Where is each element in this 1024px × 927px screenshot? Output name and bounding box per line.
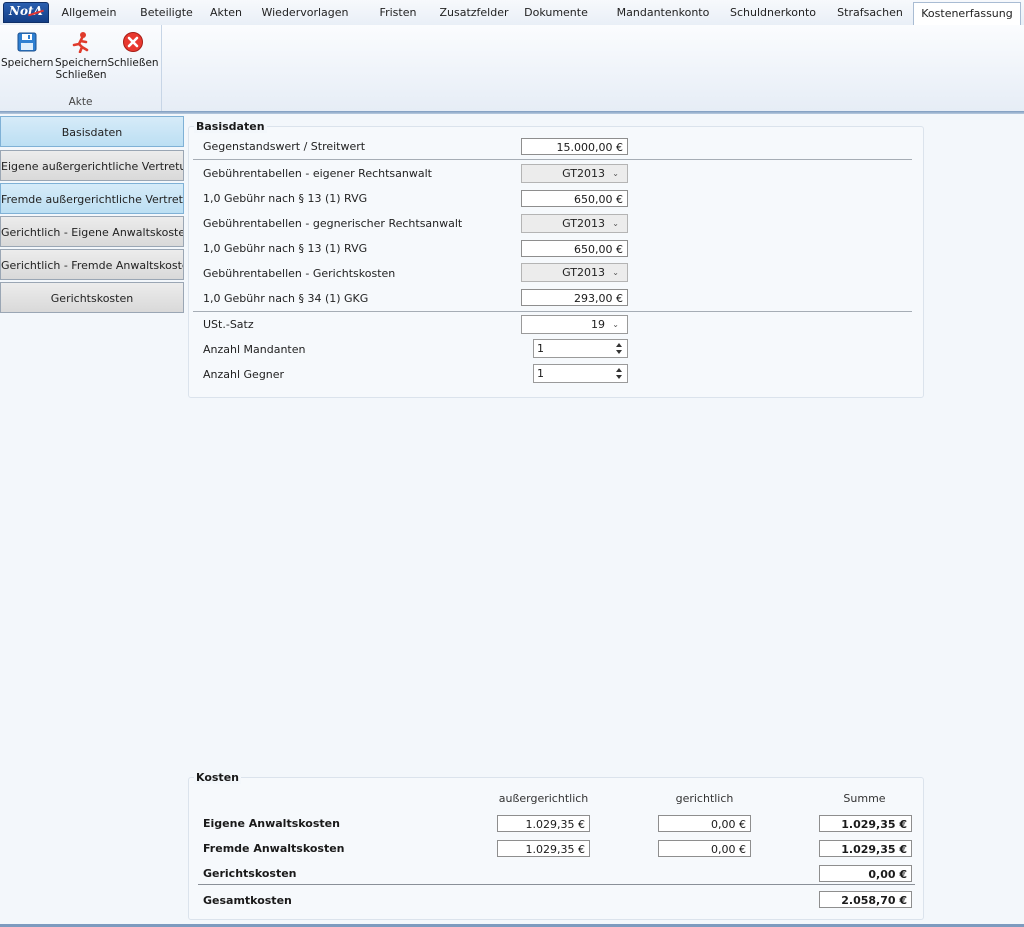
spinner-arrows-icon[interactable] [616, 367, 622, 380]
gt-gegner-select[interactable]: GT2013 ⌄ [521, 214, 628, 233]
save-close-button-label: Speichern Schließen [55, 57, 108, 81]
gt-gegner-value: GT2013 [562, 217, 605, 230]
geb-gericht-field[interactable]: 293,00 € [521, 289, 628, 306]
gerichtskosten-summe-field[interactable]: 0,00 € [819, 865, 912, 882]
divider [198, 884, 915, 885]
nav-basisdaten[interactable]: Basisdaten [0, 116, 184, 147]
column-header-aussergerichtlich: außergerichtlich [498, 792, 589, 805]
ust-label: USt.-Satz [203, 318, 254, 331]
tab-allgemein[interactable]: Allgemein [53, 0, 125, 25]
fremde-anwaltskosten-label: Fremde Anwaltskosten [203, 842, 345, 855]
eigene-ausser-field[interactable]: 1.029,35 € [497, 815, 590, 832]
close-icon [123, 32, 143, 52]
gt-gericht-label: Gebührentabellen - Gerichtskosten [203, 267, 396, 280]
geb-gegner-field[interactable]: 650,00 € [521, 240, 628, 257]
gt-eigen-label: Gebührentabellen - eigener Rechtsanwalt [203, 167, 432, 180]
ust-value: 19 [591, 318, 605, 331]
fremde-summe-field[interactable]: 1.029,35 € [819, 840, 912, 857]
gesamtkosten-summe-field[interactable]: 2.058,70 € [819, 891, 912, 908]
chevron-down-icon: ⌄ [612, 268, 619, 277]
eigene-anwaltskosten-label: Eigene Anwaltskosten [203, 817, 340, 830]
save-close-button[interactable]: Speichern Schließen [55, 31, 107, 81]
chevron-down-icon: ⌄ [612, 169, 619, 178]
gt-gegner-label: Gebührentabellen - gegnerischer Rechtsan… [203, 217, 463, 230]
tab-strafsachen[interactable]: Strafsachen [834, 0, 906, 25]
fremde-gericht-field[interactable]: 0,00 € [658, 840, 751, 857]
geb-gericht-label: 1,0 Gebühr nach § 34 (1) GKG [203, 292, 369, 305]
chevron-down-icon: ⌄ [612, 219, 619, 228]
nav-gerichtskosten[interactable]: Gerichtskosten [0, 282, 184, 313]
ribbon-separator [0, 111, 1024, 114]
geb-eigen-field[interactable]: 650,00 € [521, 190, 628, 207]
mandanten-stepper[interactable]: 1 [533, 339, 628, 358]
tab-zusatzfelder[interactable]: Zusatzfelder [436, 0, 512, 25]
gegner-label: Anzahl Gegner [203, 368, 285, 381]
basisdaten-title: Basisdaten [194, 120, 267, 133]
close-button[interactable]: Schließen [107, 31, 159, 69]
gegner-value: 1 [537, 367, 544, 380]
tab-beteiligte[interactable]: Beteiligte [135, 0, 198, 25]
close-button-label: Schließen [107, 57, 159, 69]
ribbon-group-label: Akte [68, 96, 93, 108]
gt-gericht-value: GT2013 [562, 266, 605, 279]
gegenstandswert-label: Gegenstandswert / Streitwert [203, 140, 366, 153]
divider [193, 159, 912, 160]
tab-dokumente[interactable]: Dokumente [516, 0, 596, 25]
gt-gericht-select[interactable]: GT2013 ⌄ [521, 263, 628, 282]
nav-fremde-aussergerichtliche-vertretung[interactable]: Fremde außergerichtliche Vertretung [0, 183, 184, 214]
kosten-title: Kosten [194, 771, 241, 784]
tab-mandantenkonto[interactable]: Mandantenkonto [612, 0, 714, 25]
ust-select[interactable]: 19 ⌄ [521, 315, 628, 334]
nav-gerichtlich-fremde-anwaltskosten[interactable]: Gerichtlich - Fremde Anwaltskosten [0, 249, 184, 280]
app-logo-tab[interactable]: NotA [3, 2, 49, 23]
nav-eigene-aussergerichtliche-vertretung[interactable]: Eigene außergerichtliche Vertretung [0, 150, 184, 181]
spinner-arrows-icon[interactable] [616, 342, 622, 355]
tab-wiedervorlagen[interactable]: Wiedervorlagen [256, 0, 354, 25]
gegenstandswert-field[interactable]: 15.000,00 € [521, 138, 628, 155]
gt-eigen-select[interactable]: GT2013 ⌄ [521, 164, 628, 183]
geb-gegner-label: 1,0 Gebühr nach § 13 (1) RVG [203, 242, 368, 255]
mandanten-label: Anzahl Mandanten [203, 343, 306, 356]
running-person-icon [72, 32, 89, 53]
mandanten-value: 1 [537, 342, 544, 355]
column-header-summe: Summe [843, 792, 886, 805]
tab-fristen[interactable]: Fristen [373, 0, 423, 25]
floppy-disk-icon [17, 32, 37, 52]
fremde-ausser-field[interactable]: 1.029,35 € [497, 840, 590, 857]
chevron-down-icon: ⌄ [612, 320, 619, 329]
gerichtskosten-label: Gerichtskosten [203, 867, 297, 880]
save-button-label: Speichern [1, 57, 54, 69]
tab-akten[interactable]: Akten [206, 0, 246, 25]
tab-kostenerfassung[interactable]: Kostenerfassung [913, 2, 1021, 27]
save-button[interactable]: Speichern [1, 31, 53, 69]
gesamtkosten-label: Gesamtkosten [203, 894, 292, 907]
geb-eigen-label: 1,0 Gebühr nach § 13 (1) RVG [203, 192, 368, 205]
top-tab-bar: NotA Allgemein Beteiligte Akten Wiedervo… [0, 0, 1024, 27]
gegner-stepper[interactable]: 1 [533, 364, 628, 383]
gt-eigen-value: GT2013 [562, 167, 605, 180]
eigene-summe-field[interactable]: 1.029,35 € [819, 815, 912, 832]
divider [193, 311, 912, 312]
ribbon: Speichern Speichern Schließen Schließen … [0, 25, 1024, 111]
tab-schuldnerkonto[interactable]: Schuldnerkonto [725, 0, 821, 25]
nav-gerichtlich-eigene-anwaltskosten[interactable]: Gerichtlich - Eigene Anwaltskosten [0, 216, 184, 247]
column-header-gerichtlich: gerichtlich [675, 792, 734, 805]
ribbon-group-akte: Speichern Speichern Schließen Schließen … [0, 25, 162, 111]
eigene-gericht-field[interactable]: 0,00 € [658, 815, 751, 832]
